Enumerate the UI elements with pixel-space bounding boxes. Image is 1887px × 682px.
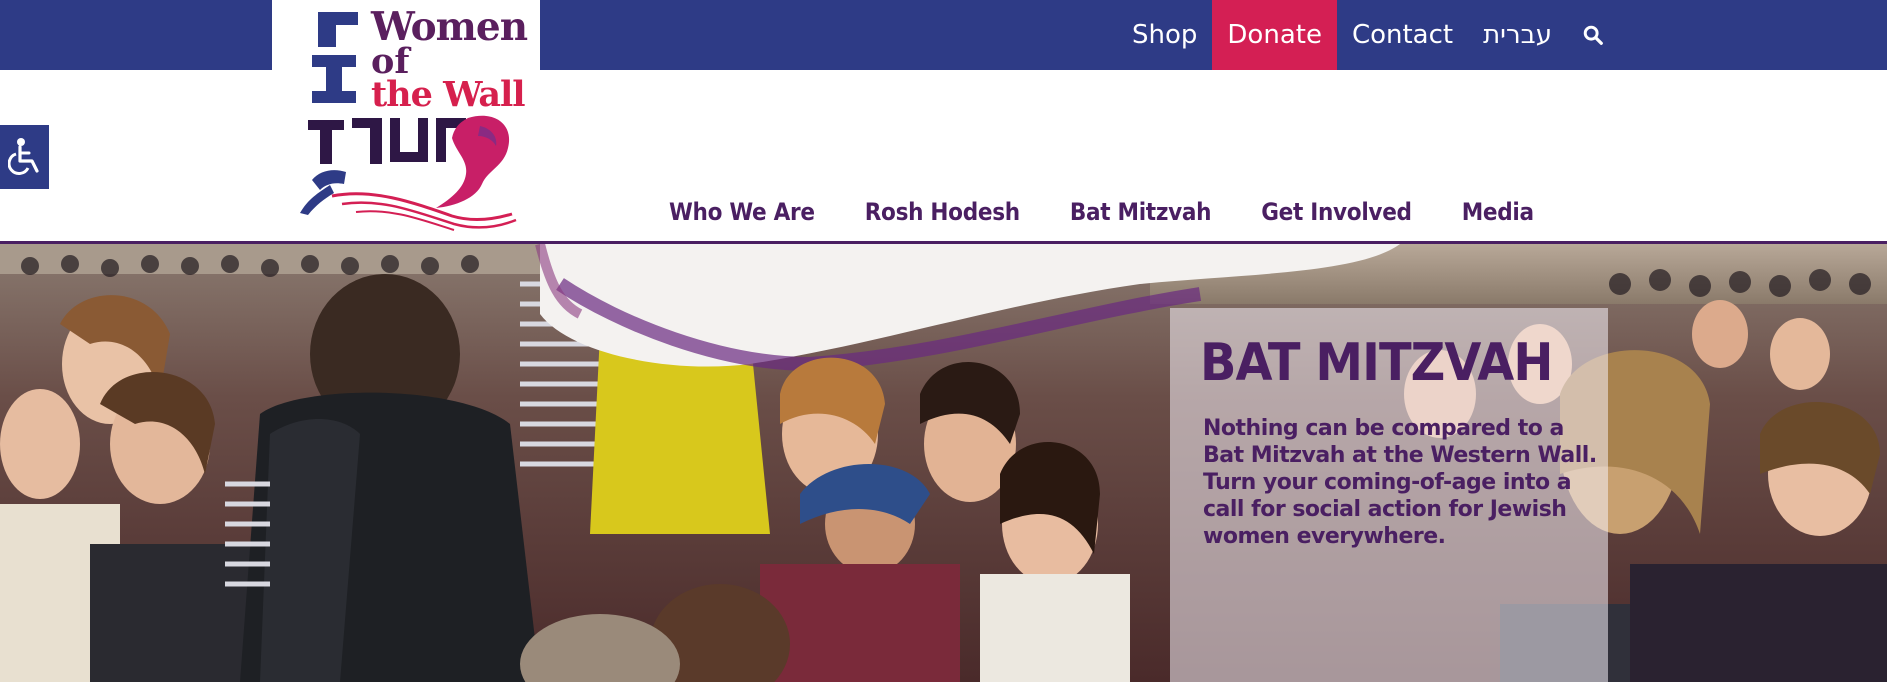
contact-link[interactable]: Contact: [1337, 0, 1468, 70]
utility-nav: Shop Donate Contact עברית: [1117, 0, 1612, 70]
nav-bat-mitzvah[interactable]: Bat Mitzvah: [1070, 198, 1212, 226]
nav-get-involved[interactable]: Get Involved: [1261, 198, 1412, 226]
hero-description: Nothing can be compared to a Bat Mitzvah…: [1203, 416, 1597, 549]
donate-button[interactable]: Donate: [1212, 0, 1337, 70]
site-logo[interactable]: Women of the Wall: [272, 0, 540, 234]
nav-rosh-hodesh[interactable]: Rosh Hodesh: [865, 198, 1020, 226]
hebrew-language-link[interactable]: עברית: [1468, 0, 1567, 70]
accessibility-button[interactable]: [0, 125, 49, 189]
main-nav: Who We Are Rosh Hodesh Bat Mitzvah Get I…: [669, 198, 1534, 226]
nav-who-we-are[interactable]: Who We Are: [669, 198, 815, 226]
search-icon: [1583, 25, 1603, 45]
search-button[interactable]: [1567, 0, 1612, 70]
shop-link[interactable]: Shop: [1117, 0, 1212, 70]
hero-banner: BAT MITZVAH Nothing can be compared to a…: [0, 244, 1887, 682]
wheelchair-icon: [7, 138, 39, 176]
hero-title: BAT MITZVAH: [1200, 333, 1553, 393]
logo-word-the-wall: the Wall: [371, 74, 526, 115]
nav-media[interactable]: Media: [1462, 198, 1534, 226]
